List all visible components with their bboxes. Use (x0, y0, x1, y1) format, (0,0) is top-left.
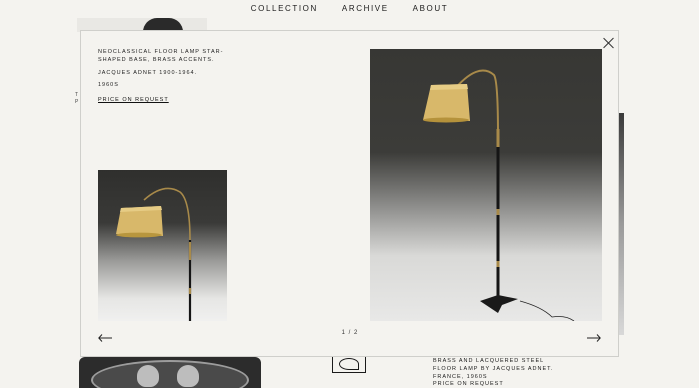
background-text-line: T (75, 92, 79, 98)
product-year: 1960S (98, 82, 119, 88)
background-photo-edge[interactable] (619, 113, 624, 335)
background-item-price[interactable]: PRICE ON REQUEST (433, 381, 504, 387)
background-item-caption: BRASS AND LACQUERED STEEL FLOOR LAMP BY … (433, 358, 554, 380)
nav-archive-link[interactable]: ARCHIVE (342, 4, 389, 16)
background-logo[interactable] (332, 356, 366, 373)
product-info: NEOCLASSICAL FLOOR LAMP STAR-SHAPED BASE… (98, 48, 228, 106)
product-designer: JACQUES ADNET 1900-1964. (98, 70, 198, 76)
floor-lamp-thumbnail-illustration (116, 187, 192, 321)
thumbnail-image[interactable] (98, 170, 227, 321)
hand-shape (137, 365, 159, 387)
nav-about-link[interactable]: ABOUT (413, 4, 449, 16)
image-counter: 1 / 2 (341, 330, 359, 336)
background-text-line: P (75, 99, 79, 105)
arrow-right-icon[interactable] (587, 329, 601, 342)
main-nav: COLLECTION ARCHIVE ABOUT (0, 4, 699, 16)
logo-glyph-icon (339, 358, 359, 370)
price-on-request-link[interactable]: PRICE ON REQUEST (98, 97, 169, 103)
hand-shape (177, 365, 199, 387)
product-modal: NEOCLASSICAL FLOOR LAMP STAR-SHAPED BASE… (80, 30, 619, 357)
nav-collection-link[interactable]: COLLECTION (251, 4, 318, 16)
background-card-text: T P (75, 92, 78, 106)
main-product-image[interactable] (370, 49, 602, 321)
background-tray-photo[interactable] (79, 357, 261, 388)
floor-lamp-illustration (423, 69, 575, 321)
arrow-left-icon[interactable] (98, 329, 112, 342)
product-title: NEOCLASSICAL FLOOR LAMP STAR-SHAPED BASE… (98, 49, 224, 63)
tray-shape (91, 360, 249, 388)
close-icon[interactable] (603, 37, 615, 49)
